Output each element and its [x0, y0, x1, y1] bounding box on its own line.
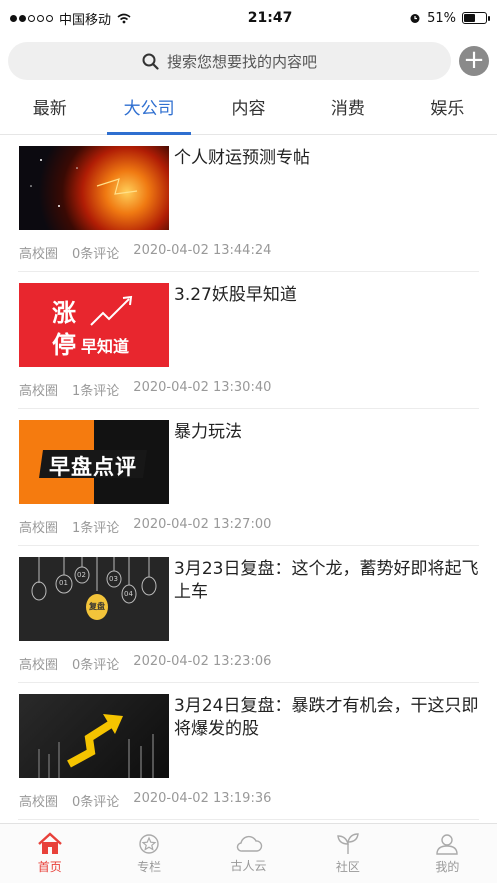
article-thumbnail: 复盘 01 02 03 04	[19, 557, 169, 641]
search-row: 搜索您想要找的内容吧 +	[0, 36, 497, 86]
article-time: 2020-04-02 13:30:40	[133, 380, 272, 395]
nav-label: 我的	[435, 860, 460, 874]
article-comments: 1条评论	[72, 384, 120, 399]
signal-icon	[10, 14, 53, 22]
thumb-text-fupan: 复盘	[89, 602, 105, 611]
list-item[interactable]: 个人财运预测专帖 高校圈 0条评论 2020-04-02 13:44:24	[18, 135, 479, 272]
list-item[interactable]: 复盘 01 02 03 04 3月23日复盘：这个龙，蓄势好即将起飞上车 高校圈…	[18, 546, 479, 683]
article-comments: 1条评论	[72, 521, 120, 536]
battery-percent: 51%	[427, 10, 456, 26]
article-meta: 高校圈 1条评论 2020-04-02 13:30:40	[19, 380, 271, 399]
nav-label: 古人云	[230, 859, 267, 873]
list-item[interactable]: 涨 停 早知道 3.27妖股早知道 高校圈 1条评论 2020-04-02 13…	[18, 272, 479, 409]
article-title: 3月23日复盘：这个龙，蓄势好即将起飞上车	[174, 559, 479, 602]
category-tabs: 最新 大公司 内容 消费 娱乐	[0, 86, 497, 135]
article-title: 3月24日复盘：暴跌才有机会，干这只即将爆发的股	[174, 696, 479, 739]
thumb-text-02: 02	[77, 571, 86, 579]
article-meta: 高校圈 0条评论 2020-04-02 13:19:36	[19, 791, 271, 810]
article-title: 个人财运预测专帖	[174, 148, 310, 168]
user-icon	[436, 834, 459, 855]
article-meta: 高校圈 0条评论 2020-04-02 13:44:24	[19, 243, 271, 262]
nav-item-home[interactable]: 首页	[0, 824, 99, 883]
article-source: 高校圈	[19, 795, 59, 810]
article-source: 高校圈	[19, 384, 59, 399]
list-item[interactable]: 3月24日复盘：暴跌才有机会，干这只即将爆发的股 高校圈 0条评论 2020-0…	[18, 683, 479, 820]
article-source: 高校圈	[19, 658, 59, 673]
battery-icon	[462, 12, 490, 24]
cloud-icon	[236, 835, 262, 852]
carrier-label: 中国移动	[59, 12, 112, 28]
thumb-text-04: 04	[124, 590, 133, 598]
article-thumbnail	[19, 146, 169, 230]
clock: 21:47	[247, 10, 293, 26]
home-icon	[37, 832, 62, 854]
alarm-icon	[410, 14, 420, 23]
article-comments: 0条评论	[72, 247, 120, 262]
nav-item-community[interactable]: 社区	[298, 824, 397, 883]
sprout-icon	[337, 833, 359, 854]
tab-content[interactable]: 内容	[199, 86, 298, 134]
nav-item-cloud[interactable]: 古人云	[199, 824, 298, 883]
article-meta: 高校圈 1条评论 2020-04-02 13:27:00	[19, 517, 271, 536]
tab-consumption[interactable]: 消费	[298, 86, 397, 134]
search-icon	[142, 53, 159, 70]
nav-label: 专栏	[137, 860, 162, 874]
lightbulbs-icon	[31, 557, 157, 620]
list-item[interactable]: 早盘点评 暴力玩法 高校圈 1条评论 2020-04-02 13:27:00	[18, 409, 479, 546]
article-list: 个人财运预测专帖 高校圈 0条评论 2020-04-02 13:44:24 涨 …	[0, 135, 497, 820]
tab-big-company[interactable]: 大公司	[99, 86, 198, 135]
article-time: 2020-04-02 13:44:24	[133, 243, 272, 258]
article-meta: 高校圈 0条评论 2020-04-02 13:23:06	[19, 654, 271, 673]
plus-icon: +	[463, 45, 485, 75]
nav-label: 首页	[37, 860, 62, 874]
wifi-icon	[117, 13, 131, 23]
add-button[interactable]: +	[459, 46, 489, 76]
article-source: 高校圈	[19, 521, 59, 536]
thumb-text-zaopan: 早盘点评	[49, 455, 137, 479]
article-time: 2020-04-02 13:23:06	[133, 654, 272, 669]
nav-label: 社区	[335, 860, 360, 874]
article-title: 3.27妖股早知道	[174, 285, 297, 305]
trend-arrow-icon	[90, 295, 133, 326]
article-thumbnail: 早盘点评	[19, 420, 169, 504]
tab-entertainment[interactable]: 娱乐	[398, 86, 497, 134]
article-time: 2020-04-02 13:27:00	[133, 517, 272, 532]
tab-latest[interactable]: 最新	[0, 86, 99, 134]
thumb-text-01: 01	[59, 579, 68, 587]
nav-item-mine[interactable]: 我的	[398, 824, 497, 883]
article-time: 2020-04-02 13:19:36	[133, 791, 272, 806]
search-input[interactable]: 搜索您想要找的内容吧	[8, 42, 451, 80]
bottom-nav: 首页 专栏 古人云 社区 我的	[0, 823, 497, 883]
article-thumbnail	[19, 694, 169, 778]
article-source: 高校圈	[19, 247, 59, 262]
article-comments: 0条评论	[72, 658, 120, 673]
article-thumbnail: 涨 停 早知道	[19, 283, 169, 367]
article-comments: 0条评论	[72, 795, 120, 810]
article-title: 暴力玩法	[174, 422, 242, 442]
thumb-text-03: 03	[109, 575, 118, 583]
column-icon	[139, 834, 159, 854]
rising-arrow-icon	[38, 714, 154, 778]
status-bar: 中国移动 21:47 51%	[0, 0, 497, 36]
nav-item-column[interactable]: 专栏	[99, 824, 198, 883]
search-placeholder: 搜索您想要找的内容吧	[166, 52, 317, 71]
